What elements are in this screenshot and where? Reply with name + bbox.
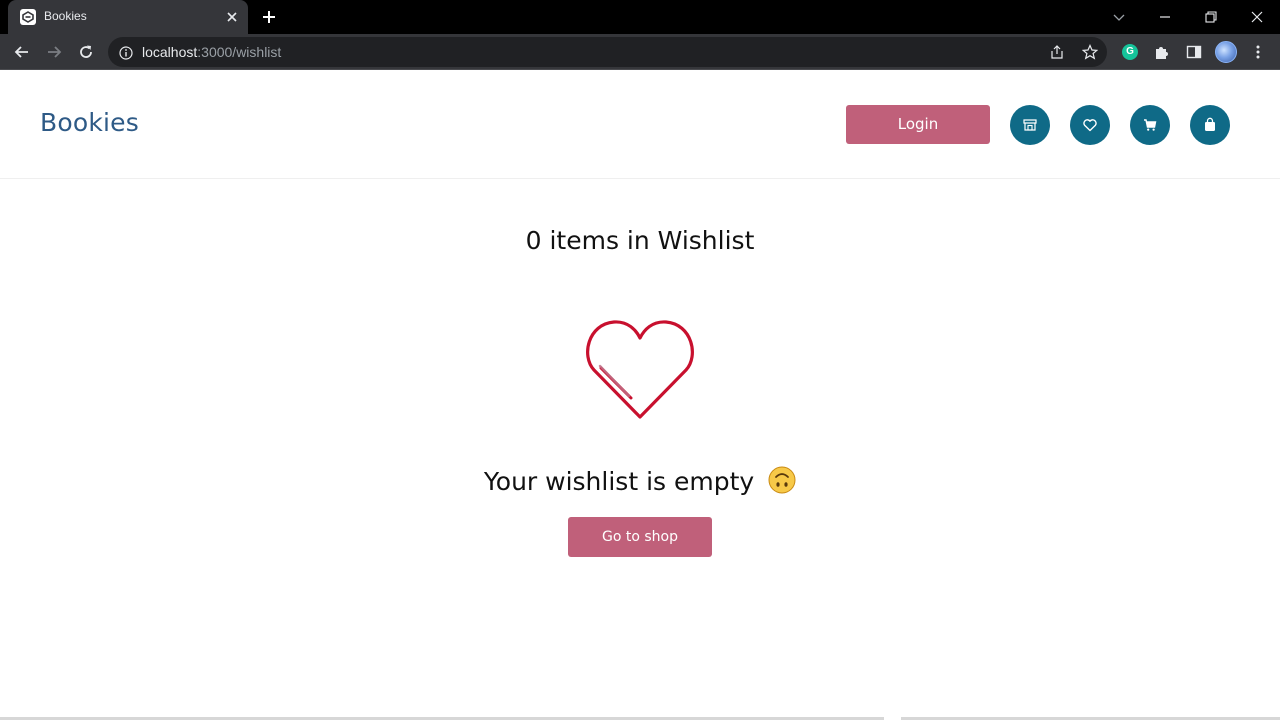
grammarly-extension-icon[interactable]: G <box>1122 44 1138 60</box>
empty-message-text: Your wishlist is empty <box>483 467 755 496</box>
bag-icon <box>1205 117 1215 131</box>
url-path: :3000/wishlist <box>197 44 282 60</box>
url-host: localhost <box>142 44 198 60</box>
close-window-icon[interactable] <box>1248 8 1266 26</box>
login-button[interactable]: Login <box>846 105 990 144</box>
profile-avatar[interactable] <box>1215 41 1237 63</box>
brand-logo[interactable]: Bookies <box>40 108 139 137</box>
wishlist-count-heading: 0 items in Wishlist <box>525 226 755 255</box>
tab-search-chevron-icon[interactable] <box>1110 8 1128 26</box>
address-bar[interactable]: localhost:3000/wishlist <box>108 37 1107 67</box>
heart-icon <box>1083 119 1097 132</box>
store-icon <box>1023 119 1037 131</box>
cart-icon <box>1144 119 1157 131</box>
bag-nav-button[interactable] <box>1190 105 1230 145</box>
empty-heart-icon <box>584 318 696 422</box>
cart-nav-button[interactable] <box>1130 105 1170 145</box>
new-tab-icon[interactable] <box>260 8 278 26</box>
tab-close-icon[interactable] <box>224 9 240 25</box>
browser-tabbar: Bookies <box>0 0 1280 34</box>
extensions-puzzle-icon[interactable] <box>1153 43 1171 61</box>
reload-icon[interactable] <box>77 43 95 61</box>
url-text: localhost:3000/wishlist <box>142 44 281 60</box>
restore-icon[interactable] <box>1202 8 1220 26</box>
back-icon[interactable] <box>13 43 31 61</box>
bookmark-star-icon[interactable] <box>1081 44 1099 60</box>
forward-icon[interactable] <box>45 43 63 61</box>
site-info-icon[interactable] <box>119 45 133 60</box>
empty-wishlist-message: Your wishlist is empty <box>0 466 1280 496</box>
browser-menu-icon[interactable] <box>1249 43 1267 61</box>
shop-nav-button[interactable] <box>1010 105 1050 145</box>
side-panel-icon[interactable] <box>1185 43 1203 61</box>
share-icon[interactable] <box>1049 44 1065 60</box>
tab-favicon-icon <box>20 9 36 25</box>
tab-title: Bookies <box>44 9 87 23</box>
browser-toolbar: localhost:3000/wishlist G <box>0 34 1280 70</box>
site-header: Bookies Login <box>0 71 1280 179</box>
go-to-shop-button[interactable]: Go to shop <box>568 517 712 557</box>
upside-down-face-icon <box>768 466 796 494</box>
minimize-icon[interactable] <box>1156 8 1174 26</box>
wishlist-nav-button[interactable] <box>1070 105 1110 145</box>
browser-tab[interactable]: Bookies <box>8 0 248 34</box>
